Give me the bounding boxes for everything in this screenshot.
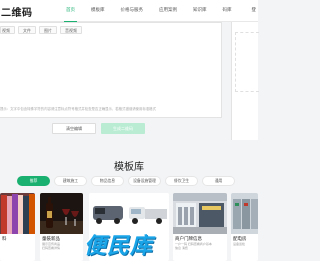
card-desc: 一户一码 扫码查看商户基本 信息 消费 [175,242,212,250]
template-card[interactable]: 料 [0,193,35,261]
template-category-tabs: 推荐 建筑施工 物品信息 设备设施管理 餐饮卫生 通用 [17,176,235,186]
category-construction[interactable]: 建筑施工 [54,176,87,186]
toolbar-video-button[interactable]: 视频 [0,26,15,34]
category-equipment[interactable]: 设备设施管理 [128,176,161,186]
card-desc: 设备巡检 [233,242,246,246]
qr-preview-box [235,32,259,92]
watermark-logo: 便民库 [84,233,154,258]
editor-hint: 提示：文字中包含特殊字符的内容请注意标点符号格式并检查是否正确显示，若格式错误请… [0,107,156,111]
text-editor-panel: 视频 文件 图片 音视频 提示：文字中包含特殊字符的内容请注意标点符号格式并检查… [0,22,222,118]
template-card[interactable]: 配电房 设备巡检 [231,193,258,261]
category-general[interactable]: 通用 [202,176,235,186]
template-section-title: 模板库 [114,162,144,173]
category-item-info[interactable]: 物品信息 [91,176,124,186]
nav-pricing[interactable]: 价格与服务 [113,0,152,22]
template-card[interactable]: 童裝新品 展示宣传商品 扫码查看详情 [40,193,83,261]
clothing-image [0,193,35,234]
login-link[interactable]: 登 [252,7,257,13]
category-food-hygiene[interactable]: 餐饮卫生 [165,176,198,186]
category-recommended[interactable]: 推荐 [17,176,50,186]
power-room-image [231,193,258,234]
toolbar-file-button[interactable]: 文件 [18,26,36,34]
wine-image [40,193,83,234]
nav-home[interactable]: 首页 [58,0,83,22]
card-desc: 展示宣传商品 扫码查看详情 [42,242,61,250]
main-nav: 首页 模板库 价格与服务 应用案例 知识库 码库 [58,0,240,22]
nav-code-library[interactable]: 码库 [215,0,240,22]
nav-cases[interactable]: 应用案例 [151,0,185,22]
clear-button[interactable]: 清空编辑 [52,123,96,134]
toolbar-audio-video-button[interactable]: 音视频 [60,26,82,34]
toolbar-image-button[interactable]: 图片 [39,26,57,34]
template-card[interactable]: 商户门牌信息 一户一码 扫码查看商户基本 信息 消费 [173,193,227,261]
nav-knowledge[interactable]: 知识库 [185,0,215,22]
generate-qr-button[interactable]: 生成二维码 [101,123,145,134]
qr-preview-panel [231,22,259,140]
nav-templates[interactable]: 模板库 [83,0,113,22]
site-logo[interactable]: 二维码 [1,4,33,19]
top-header: 二维码 首页 模板库 价格与服务 应用案例 知识库 码库 登 [0,0,258,22]
storefront-image [173,193,227,234]
card-title: 料 [2,236,7,241]
editor-toolbar: 视频 文件 图片 音视频 [0,26,82,34]
